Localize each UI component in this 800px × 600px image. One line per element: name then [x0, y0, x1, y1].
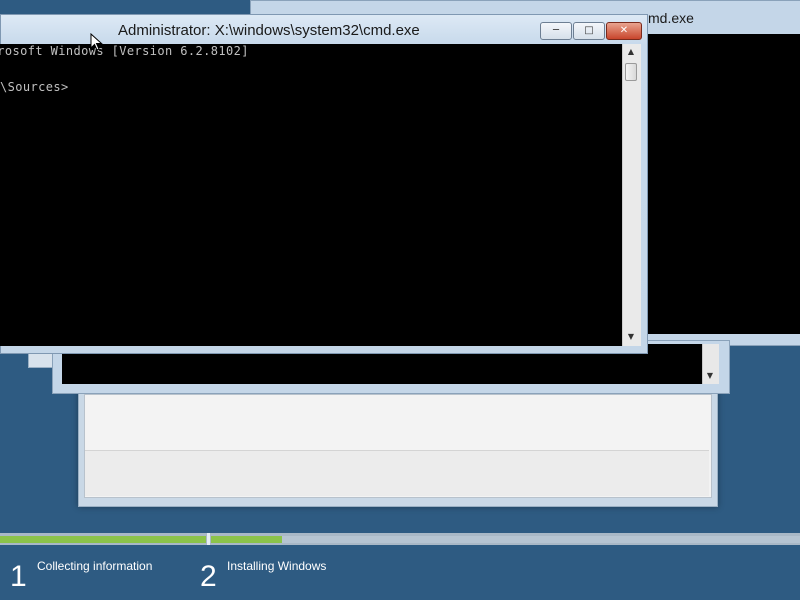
progress-divider — [207, 533, 210, 545]
step-1-number: 1 — [10, 560, 27, 593]
front-cmd-window-title: Administrator: X:\windows\system32\cmd.e… — [118, 22, 420, 39]
progress-step-2-track — [211, 536, 800, 543]
back-cmd-window-title: md.exe — [648, 10, 694, 26]
console-line-version: icrosoft Windows [Version 6.2.8102] — [0, 44, 249, 58]
scroll-up-arrow-icon[interactable]: ▲ — [624, 46, 638, 58]
scroll-down-arrow-icon[interactable]: ▼ — [702, 368, 718, 384]
minimize-button[interactable]: ─ — [540, 22, 572, 40]
mouse-pointer-icon — [90, 33, 103, 51]
front-cmd-console[interactable]: icrosoft Windows [Version 6.2.8102] \Sou… — [0, 44, 622, 346]
progress-step-1-fill — [0, 536, 206, 543]
maximize-icon: □ — [584, 25, 594, 36]
minimize-icon: ─ — [552, 25, 560, 36]
partial-window-edge — [28, 352, 54, 368]
maximize-button[interactable]: □ — [573, 22, 605, 40]
step-2-label: Installing Windows — [227, 559, 327, 573]
close-button[interactable]: ✕ — [606, 22, 642, 40]
close-icon: ✕ — [619, 25, 629, 36]
scroll-down-arrow-icon[interactable]: ▼ — [624, 331, 638, 343]
back-cmd-console[interactable] — [648, 34, 800, 334]
scrollbar-thumb[interactable] — [625, 63, 637, 81]
console-line-prompt: \Sources> — [0, 80, 69, 94]
progress-step-2-fill — [211, 536, 282, 543]
setup-dialog-footer — [85, 450, 709, 496]
step-2-number: 2 — [200, 560, 217, 593]
front-cmd-scrollbar[interactable] — [622, 44, 641, 346]
step-1-label: Collecting information — [37, 559, 153, 573]
